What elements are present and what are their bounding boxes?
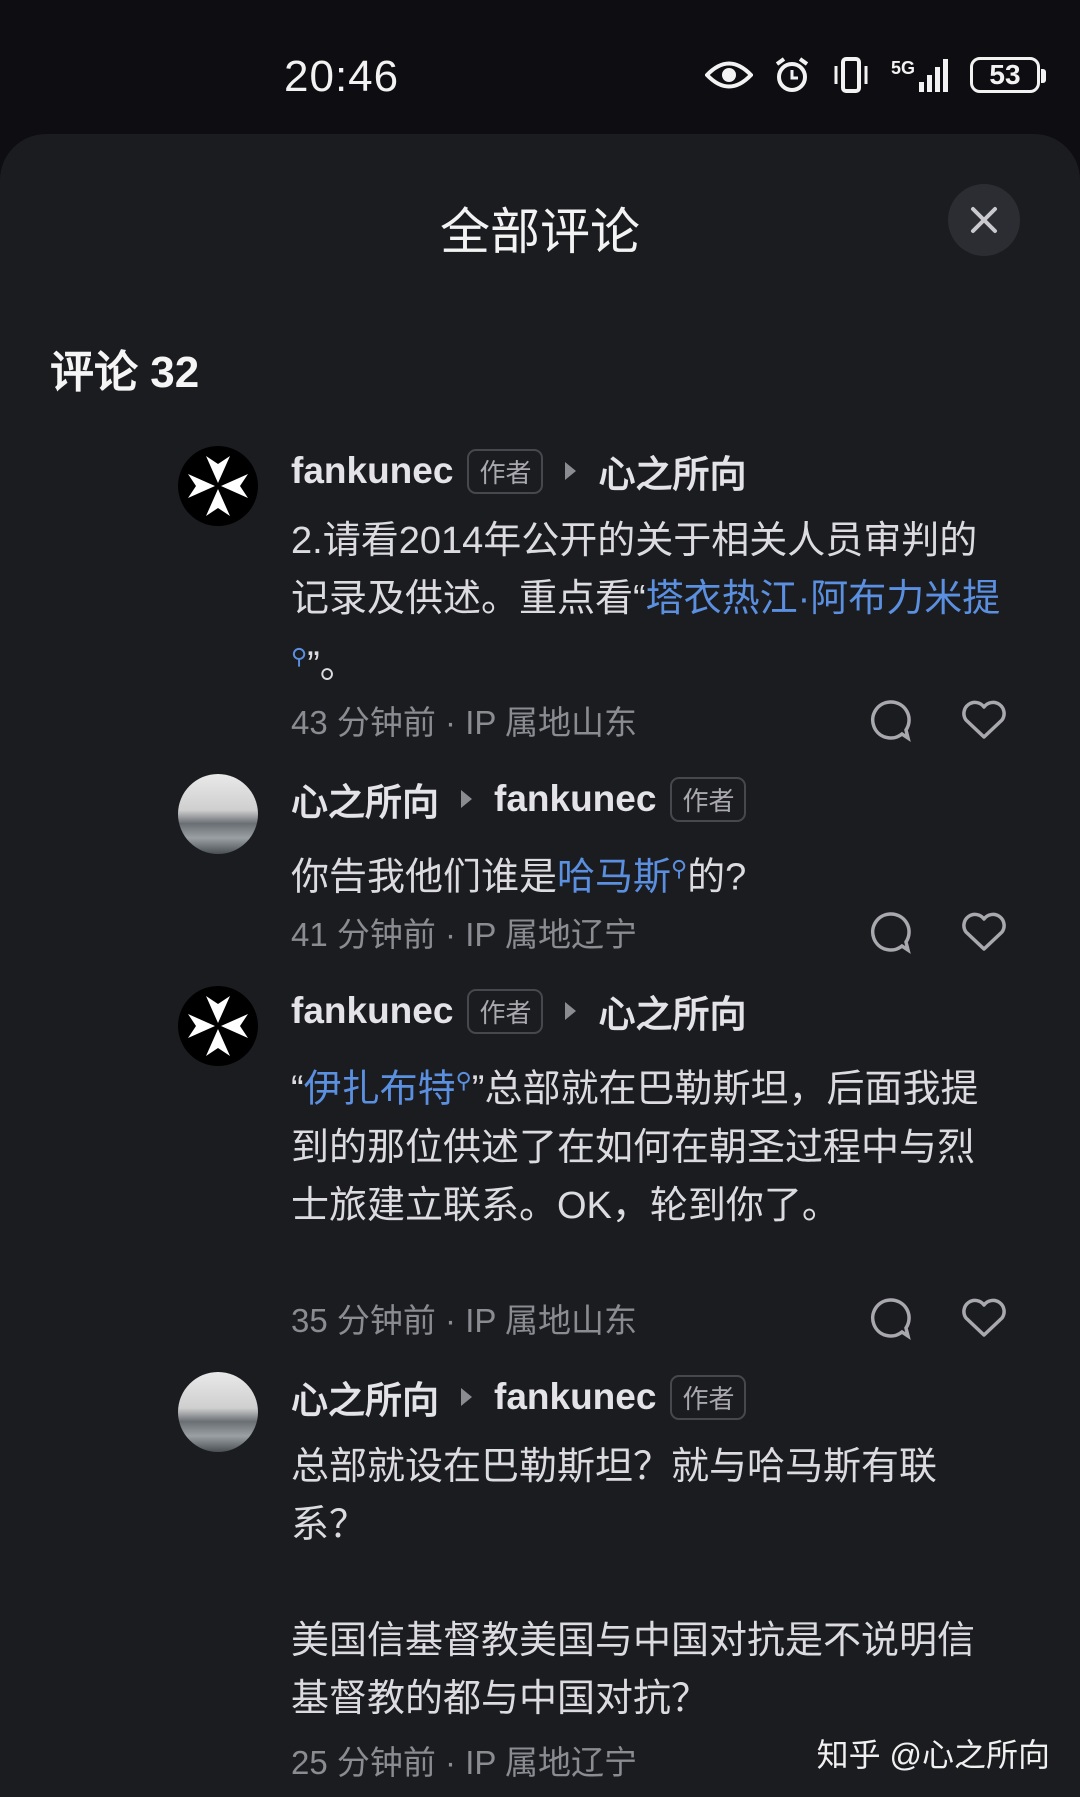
- comment-bubble-icon: [870, 1298, 911, 1340]
- battery-icon: 53: [970, 57, 1046, 93]
- network-type-label: 5G: [890, 58, 915, 78]
- close-button[interactable]: [948, 184, 1020, 256]
- comment-text: 你告我他们谁是哈马斯⚲的?: [291, 840, 1011, 907]
- search-icon: ⚲: [455, 1068, 472, 1093]
- comment-text: 总部就设在巴勒斯坦？就与哈马斯有联系？ 美国信基督教美国与中国对抗是不说明信基督…: [291, 1438, 1011, 1728]
- comment-header: fankunec 作者 心之所向: [291, 446, 746, 496]
- reply-to-name[interactable]: 心之所向: [598, 444, 746, 498]
- heart-icon: [962, 700, 1006, 739]
- comment-paragraph: 美国信基督教美国与中国对抗是不说明信基督教的都与中国对抗？: [291, 1620, 976, 1720]
- meta-separator: ·: [445, 1302, 457, 1339]
- comment-header: 心之所向 fankunec 作者: [291, 1370, 747, 1424]
- comment-meta: 25 分钟前 · IP 属地辽宁: [291, 1736, 637, 1784]
- text-before: “: [291, 1068, 304, 1111]
- topic-link[interactable]: 塔衣热江·阿布力米提: [646, 578, 1001, 620]
- comment-text: 2.请看2014年公开的关于相关人员审判的记录及供述。重点看“塔衣热江·阿布力米…: [291, 512, 1011, 695]
- comment-ip: IP 属地辽宁: [465, 916, 637, 953]
- reply-arrow-icon: [461, 1388, 472, 1406]
- comment-ip: IP 属地山东: [465, 1302, 637, 1339]
- eye-icon: [704, 58, 753, 92]
- topic-link[interactable]: 伊扎布特: [304, 1069, 456, 1111]
- comment-ip: IP 属地山东: [465, 704, 637, 741]
- heart-icon: [962, 912, 1006, 951]
- avatar[interactable]: [178, 774, 258, 854]
- comment-bubble-icon: [870, 912, 911, 954]
- search-icon: ⚲: [671, 856, 688, 881]
- comment-item: 心之所向 fankunec 作者 你告我他们谁是哈马斯⚲的? 41 分钟前 · …: [178, 774, 1008, 954]
- comment-bubble-icon: [870, 700, 911, 742]
- reply-button[interactable]: [868, 910, 912, 954]
- reply-to-name[interactable]: fankunec: [494, 778, 656, 820]
- comment-meta: 43 分钟前 · IP 属地山东: [291, 696, 637, 744]
- reply-to-name[interactable]: 心之所向: [598, 984, 746, 1038]
- like-button[interactable]: [961, 912, 1007, 952]
- author-name[interactable]: fankunec: [291, 990, 453, 1032]
- sheet-title: 全部评论: [440, 204, 640, 260]
- comment-text: “伊扎布特⚲”总部就在巴勒斯坦，后面我提到的那位供述了在如何在朝圣过程中与烈士旅…: [291, 1052, 1011, 1235]
- comment-item: fankunec 作者 心之所向 2.请看2014年公开的关于相关人员审判的记录…: [178, 446, 1008, 746]
- battery-level: 53: [989, 59, 1021, 90]
- comment-count: 评论 32: [50, 348, 200, 397]
- text-after: 的?: [687, 856, 747, 899]
- avatar[interactable]: [178, 986, 258, 1066]
- reply-arrow-icon: [565, 462, 577, 480]
- reply-button[interactable]: [868, 1296, 912, 1340]
- author-badge: 作者: [467, 988, 544, 1034]
- reply-arrow-icon: [461, 790, 472, 808]
- text-after: ”。: [307, 644, 358, 687]
- zhihu-watermark: 知乎 @心之所向: [816, 1737, 1050, 1773]
- comment-ip: IP 属地辽宁: [465, 1744, 637, 1781]
- author-badge: 作者: [670, 776, 747, 822]
- maltese-cross-avatar-icon: [188, 996, 248, 1056]
- comment-time: 25 分钟前: [291, 1744, 436, 1781]
- meta-separator: ·: [445, 704, 457, 741]
- search-icon: ⚲: [291, 644, 308, 669]
- topic-link[interactable]: 哈马斯: [557, 857, 671, 899]
- heart-icon: [962, 1298, 1006, 1337]
- comment-item: fankunec 作者 心之所向 “伊扎布特⚲”总部就在巴勒斯坦，后面我提到的那…: [178, 986, 1008, 1346]
- author-badge: 作者: [670, 1374, 747, 1420]
- author-name[interactable]: fankunec: [291, 450, 453, 492]
- maltese-cross-avatar-icon: [188, 456, 248, 516]
- avatar[interactable]: [178, 1372, 258, 1452]
- comment-meta: 41 分钟前 · IP 属地辽宁: [291, 908, 637, 956]
- comment-header: fankunec 作者 心之所向: [291, 986, 746, 1036]
- vibrate-icon: [831, 56, 871, 94]
- meta-separator: ·: [445, 916, 457, 953]
- meta-separator: ·: [445, 1744, 457, 1781]
- comment-paragraph: 总部就设在巴勒斯坦？就与哈马斯有联系？: [291, 1446, 938, 1546]
- author-badge: 作者: [467, 448, 544, 494]
- text-before: 你告我他们谁是: [291, 856, 558, 899]
- author-name[interactable]: 心之所向: [291, 1370, 439, 1424]
- alarm-icon: [773, 56, 811, 94]
- reply-button[interactable]: [868, 698, 912, 742]
- status-time: 20:46: [284, 52, 400, 101]
- close-icon: [971, 207, 997, 233]
- reply-arrow-icon: [565, 1002, 577, 1020]
- like-button[interactable]: [961, 1298, 1007, 1338]
- comment-meta: 35 分钟前 · IP 属地山东: [291, 1294, 637, 1342]
- author-name[interactable]: 心之所向: [291, 772, 439, 826]
- comment-time: 35 分钟前: [291, 1302, 436, 1339]
- comment-time: 43 分钟前: [291, 704, 436, 741]
- comment-header: 心之所向 fankunec 作者: [291, 772, 747, 826]
- status-icons: 5G 53: [704, 56, 1046, 94]
- comment-item: 心之所向 fankunec 作者 总部就设在巴勒斯坦？就与哈马斯有联系？ 美国信…: [178, 1372, 1008, 1792]
- comment-time: 41 分钟前: [291, 916, 436, 953]
- 5g-signal-icon: 5G: [891, 58, 950, 92]
- status-bar: 20:46 5G 53: [0, 0, 1080, 140]
- reply-to-name[interactable]: fankunec: [494, 1376, 656, 1418]
- avatar[interactable]: [178, 446, 258, 526]
- like-button[interactable]: [961, 700, 1007, 740]
